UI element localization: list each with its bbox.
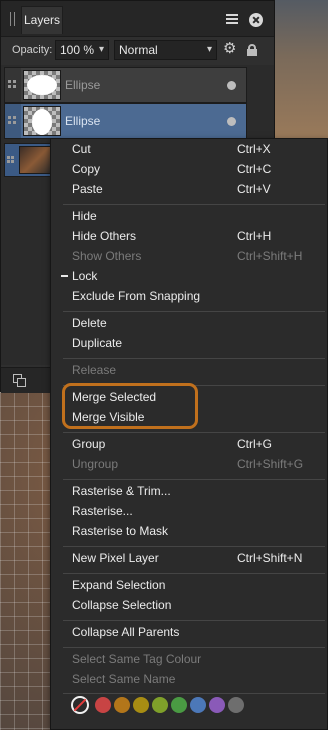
layers-toolbar: Opacity: 100 % ▾ Normal ▾ ⚙ bbox=[1, 38, 274, 64]
tag-colour-swatch[interactable] bbox=[209, 697, 225, 713]
menu-item-lock[interactable]: Lock bbox=[51, 266, 327, 286]
blend-mode-value: Normal bbox=[119, 43, 158, 57]
visibility-toggle[interactable] bbox=[227, 81, 236, 90]
menu-item-rasterise-trim[interactable]: Rasterise & Trim... bbox=[51, 481, 327, 501]
menu-item-select-same-tag-colour: Select Same Tag Colour bbox=[72, 652, 202, 666]
menu-separator bbox=[63, 311, 325, 312]
layer-thumbnail bbox=[23, 106, 61, 136]
menu-separator bbox=[63, 620, 325, 621]
layers-stack-icon[interactable] bbox=[13, 374, 26, 387]
panel-grip-handle[interactable] bbox=[10, 12, 16, 26]
no-colour-swatch[interactable] bbox=[71, 696, 89, 714]
menu-item-duplicate[interactable]: Duplicate bbox=[51, 333, 327, 353]
blend-mode-select[interactable]: Normal ▾ bbox=[114, 40, 217, 60]
menu-item-merge-selected[interactable]: Merge Selected bbox=[51, 387, 327, 407]
menu-item-hide-others[interactable]: Hide Others Ctrl+H bbox=[51, 226, 327, 246]
layer-name: Ellipse bbox=[65, 78, 101, 92]
menu-item-merge-visible[interactable]: Merge Visible bbox=[51, 407, 327, 427]
menu-separator bbox=[63, 204, 325, 205]
menu-item-expand-selection[interactable]: Expand Selection bbox=[51, 575, 327, 595]
layer-row[interactable]: Ellipse bbox=[4, 67, 247, 103]
menu-separator bbox=[63, 479, 325, 480]
tag-colour-swatch[interactable] bbox=[228, 697, 244, 713]
menu-separator bbox=[63, 693, 325, 694]
expand-icon[interactable] bbox=[8, 80, 18, 90]
expand-icon[interactable] bbox=[7, 156, 17, 166]
tab-layers[interactable]: Layers bbox=[21, 6, 63, 34]
menu-item-rasterise-to-mask[interactable]: Rasterise to Mask bbox=[51, 521, 327, 541]
layer-thumbnail bbox=[23, 70, 61, 100]
layer-name: Ellipse bbox=[65, 114, 101, 128]
tag-colour-swatch[interactable] bbox=[95, 697, 111, 713]
menu-separator bbox=[63, 546, 325, 547]
menu-item-collapse-selection[interactable]: Collapse Selection bbox=[51, 595, 327, 615]
menu-item-delete[interactable]: Delete bbox=[51, 313, 327, 333]
menu-item-copy[interactable]: Copy Ctrl+C bbox=[51, 159, 327, 179]
menu-item-rasterise[interactable]: Rasterise... bbox=[51, 501, 327, 521]
layer-row[interactable] bbox=[4, 143, 54, 177]
visibility-toggle[interactable] bbox=[227, 117, 236, 126]
tag-colour-swatch[interactable] bbox=[133, 697, 149, 713]
panel-header: Layers bbox=[1, 1, 274, 37]
gear-icon[interactable]: ⚙ bbox=[223, 41, 236, 57]
opacity-label: Opacity: bbox=[12, 44, 53, 56]
menu-separator bbox=[63, 432, 325, 433]
opacity-value: 100 % bbox=[60, 43, 95, 57]
tag-colour-swatches bbox=[69, 696, 319, 716]
layer-row[interactable]: Ellipse bbox=[4, 103, 247, 139]
menu-item-hide[interactable]: Hide bbox=[51, 206, 327, 226]
tag-colour-swatch[interactable] bbox=[171, 697, 187, 713]
menu-item-collapse-all-parents[interactable]: Collapse All Parents bbox=[51, 622, 327, 642]
opacity-input[interactable]: 100 % ▾ bbox=[55, 40, 109, 60]
expand-icon[interactable] bbox=[8, 116, 18, 126]
menu-item-cut[interactable]: Cut Ctrl+X bbox=[51, 139, 327, 159]
menu-item-select-same-name: Select Same Name bbox=[72, 672, 176, 686]
chevron-down-icon: ▾ bbox=[98, 44, 104, 55]
menu-separator bbox=[63, 358, 325, 359]
menu-item-paste[interactable]: Paste Ctrl+V bbox=[51, 179, 327, 199]
layer-thumbnail bbox=[19, 146, 53, 174]
menu-item-group[interactable]: Group Ctrl+G bbox=[51, 434, 327, 454]
menu-item-release: Release bbox=[72, 363, 117, 377]
context-menu: Cut Ctrl+X Copy Ctrl+C Paste Ctrl+V Hide… bbox=[50, 138, 328, 730]
tag-colour-swatch[interactable] bbox=[114, 697, 130, 713]
tag-colour-swatch[interactable] bbox=[152, 697, 168, 713]
lock-icon[interactable] bbox=[247, 44, 257, 56]
check-mark-icon bbox=[61, 275, 68, 277]
menu-separator bbox=[63, 647, 325, 648]
menu-item-ungroup: Ungroup Ctrl+Shift+G bbox=[72, 457, 304, 471]
chevron-down-icon: ▾ bbox=[206, 44, 212, 55]
menu-item-exclude-from-snapping[interactable]: Exclude From Snapping bbox=[51, 286, 327, 306]
panel-menu-icon[interactable] bbox=[226, 14, 238, 24]
menu-item-new-pixel-layer[interactable]: New Pixel Layer Ctrl+Shift+N bbox=[51, 548, 327, 568]
menu-item-show-others: Show Others Ctrl+Shift+H bbox=[72, 249, 303, 263]
tag-colour-swatch[interactable] bbox=[190, 697, 206, 713]
close-icon[interactable] bbox=[249, 13, 263, 27]
menu-separator bbox=[63, 573, 325, 574]
